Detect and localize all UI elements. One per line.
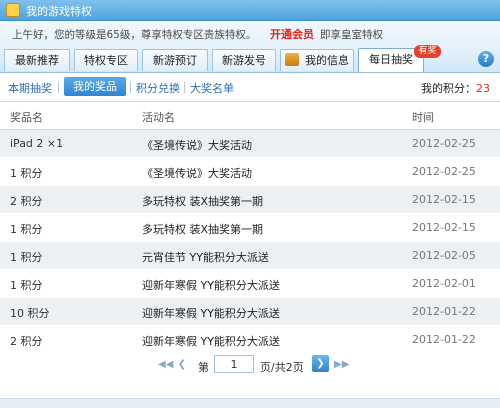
table-row: iPad 2 ×1 《圣境传说》大奖活动 2012-02-25: [0, 130, 500, 158]
sub-nav: 本期抽奖 我的奖品 积分兑换 大奖名单 我的积分：23: [0, 73, 500, 102]
points-label: 我的积分：: [421, 82, 476, 95]
subnav-points-exchange[interactable]: 积分兑换: [136, 80, 180, 96]
divider: [184, 82, 185, 93]
tab-new-codes[interactable]: 新游发号: [212, 49, 276, 71]
table-row: 1 积分 多玩特权 装X抽奖第一期 2012-02-15: [0, 214, 500, 242]
header-prize: 奖品名: [10, 111, 43, 124]
pagination: ◀◀ ❮ 第 1 页/共2页 ❯ ▶▶: [0, 350, 500, 380]
prize-cell: iPad 2 ×1: [10, 137, 64, 150]
title-bar: 我的游戏特权: [0, 0, 500, 21]
divider: [130, 82, 131, 93]
page-number-input[interactable]: 1: [214, 355, 254, 373]
tab-label: 特权专区: [84, 54, 128, 67]
activity-cell: 迎新年寒假 YY能积分大派送: [142, 279, 280, 292]
table-row: 1 积分 《圣境传说》大奖活动 2012-02-25: [0, 158, 500, 186]
tab-label: 每日抽奖: [369, 53, 413, 66]
activity-cell: 《圣境传说》大奖活动: [142, 167, 252, 180]
my-points: 我的积分：23: [421, 80, 490, 96]
header-time: 时间: [412, 111, 434, 124]
points-value: 23: [476, 82, 490, 95]
prize-cell: 2 积分: [10, 195, 43, 208]
tab-my-info[interactable]: 我的信息: [280, 49, 354, 71]
activity-cell: 迎新年寒假 YY能积分大派送: [142, 335, 280, 348]
time-cell: 2012-02-15: [412, 193, 476, 206]
time-cell: 2012-02-25: [412, 137, 476, 150]
table-header: 奖品名 活动名 时间: [0, 103, 500, 130]
prize-cell: 1 积分: [10, 279, 43, 292]
subnav-my-prizes[interactable]: 我的奖品: [64, 77, 126, 96]
divider: [58, 82, 59, 93]
table-row: 1 积分 元宵佳节 YY能积分大派送 2012-02-05: [0, 242, 500, 270]
prize-cell: 2 积分: [10, 335, 43, 348]
page-total: 页/共2页: [260, 361, 304, 374]
gift-icon: [285, 53, 299, 66]
tab-label: 新游预订: [153, 54, 197, 67]
prize-cell: 1 积分: [10, 223, 43, 236]
activity-cell: 多玩特权 装X抽奖第一期: [142, 223, 264, 236]
greeting-suffix: 即享皇室特权: [320, 29, 383, 41]
time-cell: 2012-01-22: [412, 305, 476, 318]
window-title: 我的游戏特权: [26, 5, 92, 18]
table-row: 2 积分 多玩特权 装X抽奖第一期 2012-02-15: [0, 186, 500, 214]
next-page-icon[interactable]: ❯: [312, 355, 329, 372]
greeting-bar: 上午好，您的等级是65级，尊享特权专区贵族特权。 开通会员 即享皇室特权: [0, 21, 500, 45]
tab-label: 最新推荐: [15, 54, 59, 67]
table-row: 1 积分 迎新年寒假 YY能积分大派送 2012-02-01: [0, 270, 500, 298]
prev-page-icon[interactable]: ❮: [176, 359, 188, 371]
prize-cell: 10 积分: [10, 307, 50, 320]
prize-table: iPad 2 ×1 《圣境传说》大奖活动 2012-02-25 1 积分 《圣境传说》…: [0, 130, 500, 354]
tab-preorder[interactable]: 新游预订: [142, 49, 208, 71]
app-icon: [6, 3, 20, 17]
table-row: 10 积分 迎新年寒假 YY能积分大派送 2012-01-22: [0, 298, 500, 326]
activity-cell: 迎新年寒假 YY能积分大派送: [142, 307, 280, 320]
tab-latest[interactable]: 最新推荐: [4, 49, 70, 71]
prize-cell: 1 积分: [10, 251, 43, 264]
last-page-icon[interactable]: ▶▶: [334, 359, 349, 371]
prize-cell: 1 积分: [10, 167, 43, 180]
tab-label: 我的信息: [305, 54, 349, 67]
time-cell: 2012-02-25: [412, 165, 476, 178]
subnav-current-lottery[interactable]: 本期抽奖: [8, 80, 52, 96]
app-window: 我的游戏特权 上午好，您的等级是65级，尊享特权专区贵族特权。 开通会员 即享皇…: [0, 0, 500, 408]
greeting-text: 上午好，您的等级是65级，尊享特权专区贵族特权。: [12, 29, 257, 41]
time-cell: 2012-02-01: [412, 277, 476, 290]
hot-badge: 有奖: [414, 45, 441, 58]
activity-cell: 《圣境传说》大奖活动: [142, 139, 252, 152]
activity-cell: 多玩特权 装X抽奖第一期: [142, 195, 264, 208]
tab-label: 新游发号: [222, 54, 266, 67]
activity-cell: 元宵佳节 YY能积分大派送: [142, 251, 269, 264]
time-cell: 2012-02-15: [412, 221, 476, 234]
header-activity: 活动名: [142, 111, 175, 124]
tab-privilege-zone[interactable]: 特权专区: [74, 49, 138, 71]
open-vip-link[interactable]: 开通会员: [270, 26, 314, 42]
subnav-winners-list[interactable]: 大奖名单: [190, 80, 234, 96]
time-cell: 2012-01-22: [412, 333, 476, 346]
time-cell: 2012-02-05: [412, 249, 476, 262]
page-prefix: 第: [198, 361, 209, 374]
help-icon[interactable]: ?: [478, 51, 494, 67]
first-page-icon[interactable]: ◀◀: [158, 359, 173, 371]
